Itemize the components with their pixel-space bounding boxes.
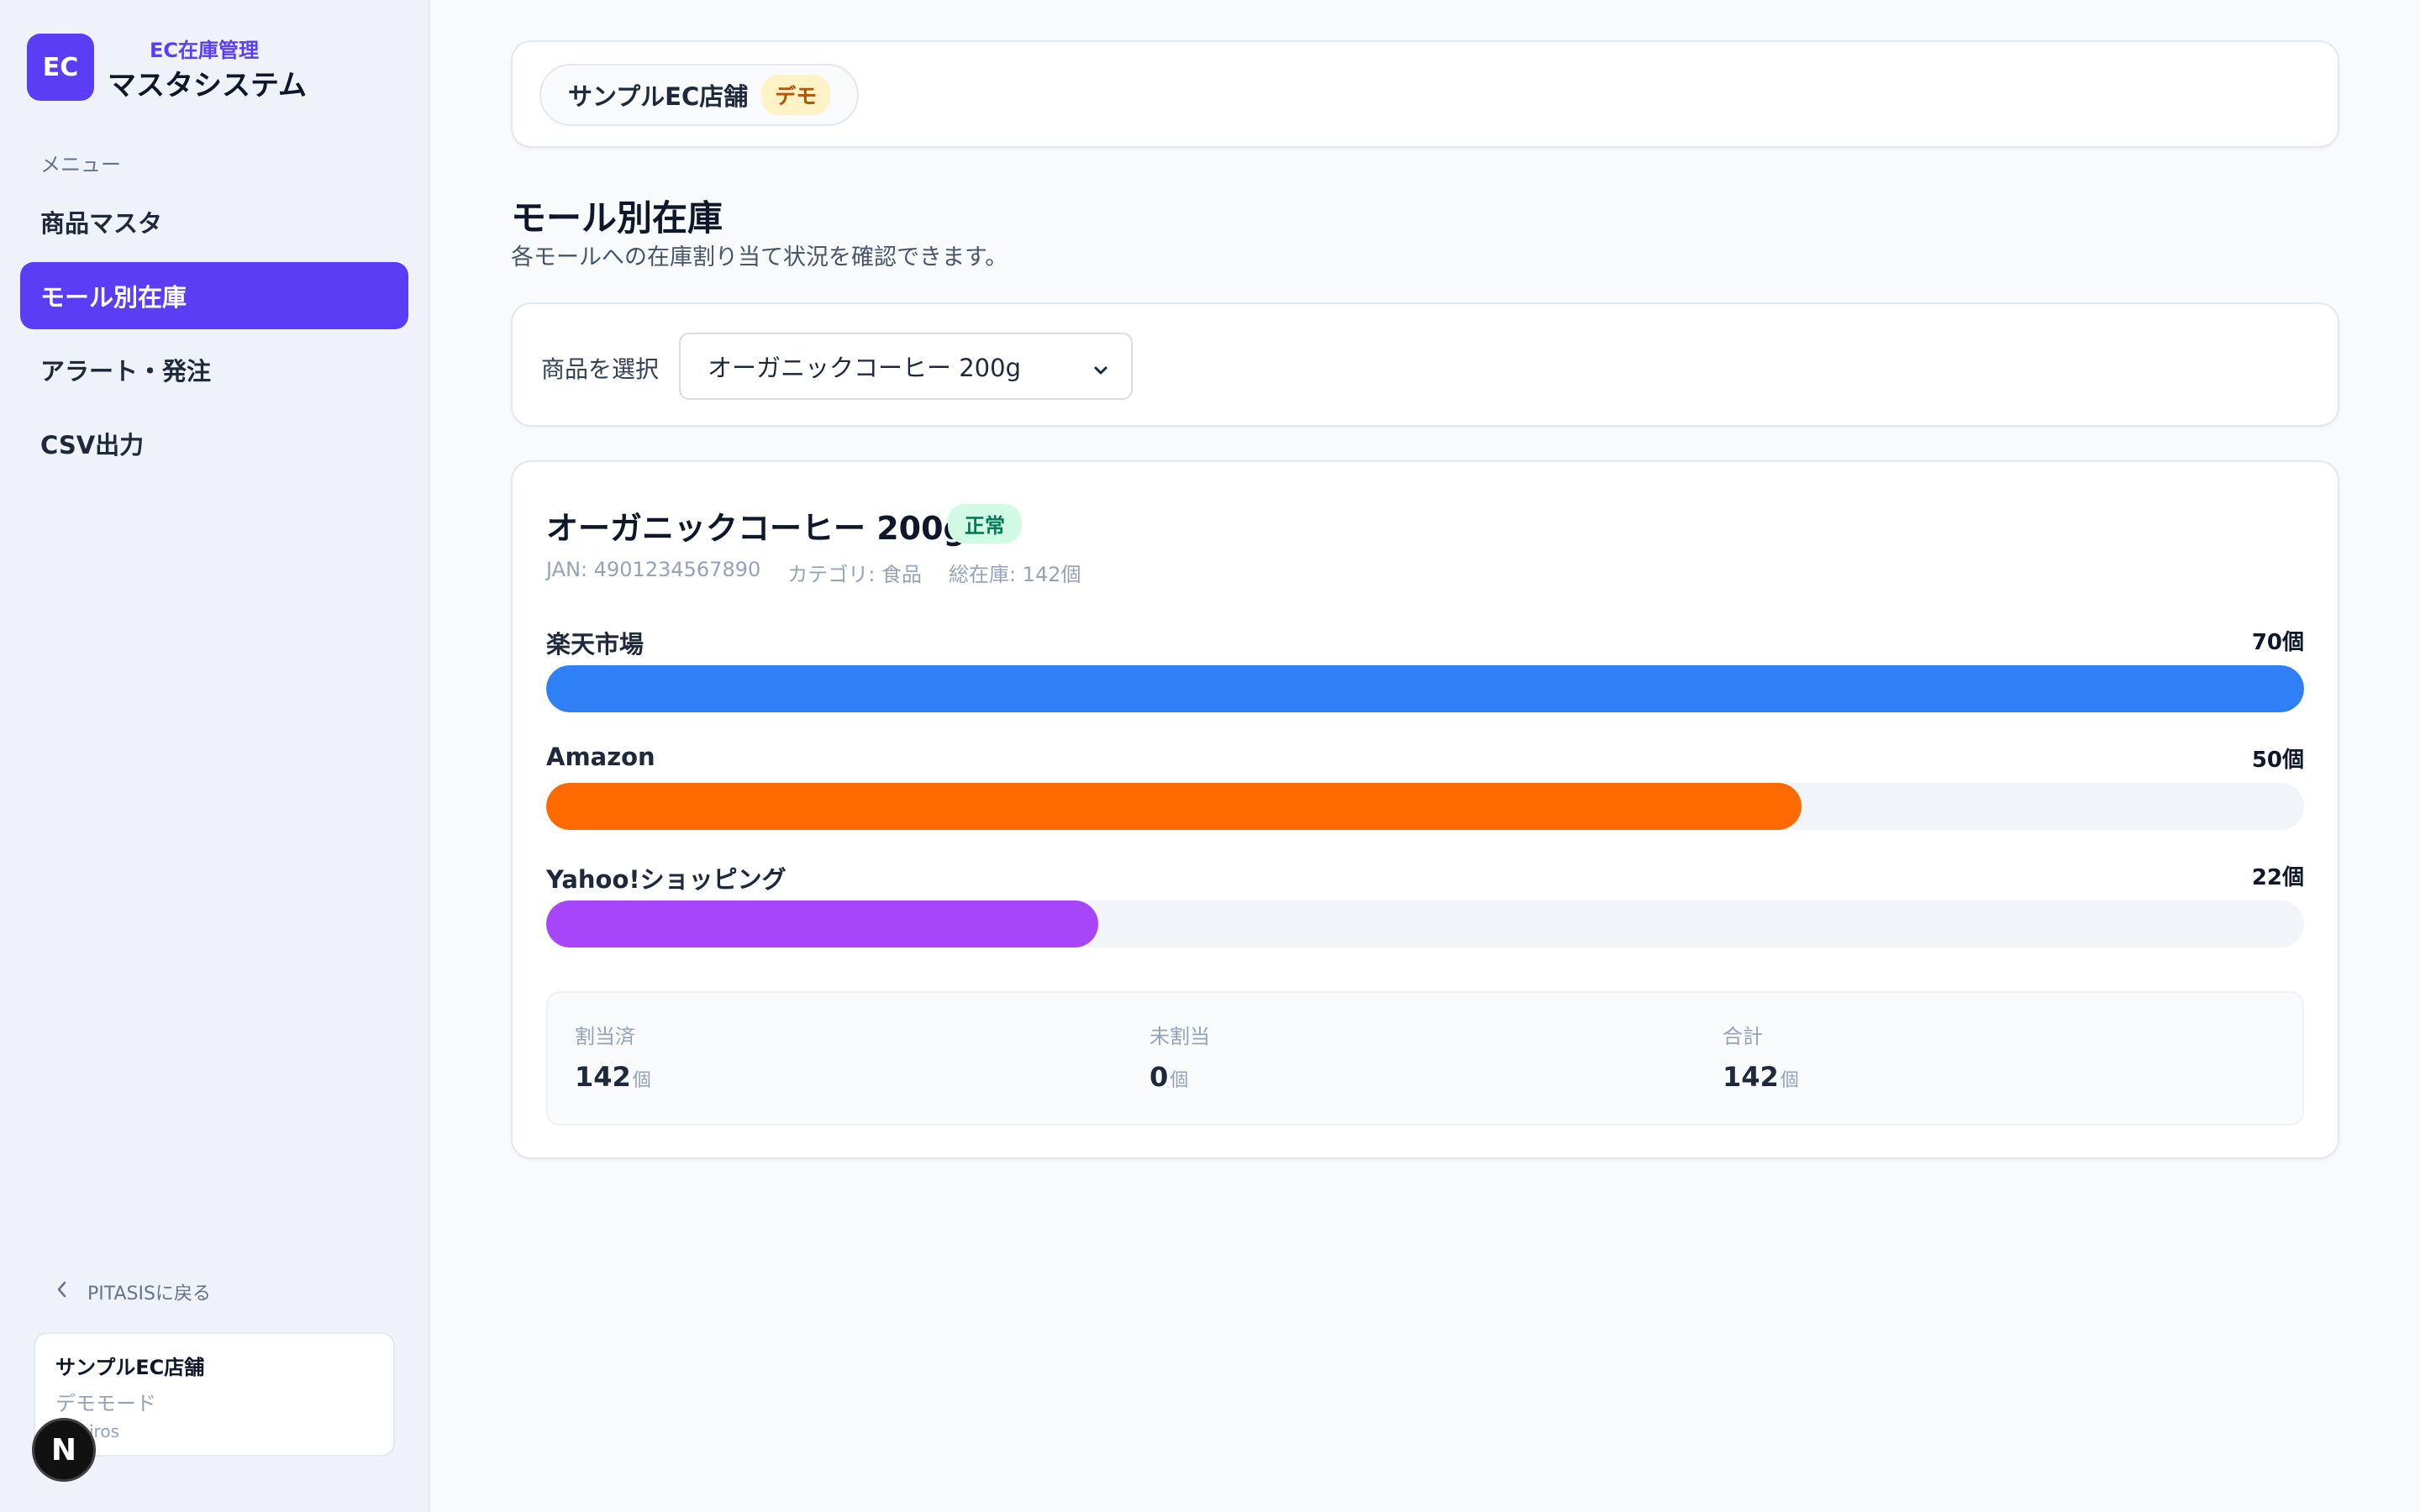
- summary-value: 0: [1150, 1061, 1169, 1093]
- mall-qty: 22個: [2251, 865, 2304, 890]
- app-root: EC EC在庫管理 マスタシステム メニュー 商品マスタ モール別在庫 アラート…: [0, 0, 2420, 1512]
- menu-section-label: メニュー: [40, 153, 121, 176]
- summary-value: 142: [575, 1061, 631, 1093]
- product-selector-card: 商品を選択 オーガニックコーヒー 200g: [511, 302, 2339, 427]
- dev-tools-badge[interactable]: N: [32, 1418, 96, 1482]
- mall-bar-fill: [546, 900, 1098, 948]
- mall-name: 楽天市場: [546, 630, 644, 659]
- product-detail-card: オーガニックコーヒー 200g 正常 JAN: 4901234567890 カテ…: [511, 460, 2339, 1159]
- product-select-label: 商品を選択: [541, 355, 660, 383]
- sidebar-item-csv-export[interactable]: CSV出力: [20, 410, 408, 477]
- mall-bar-fill: [546, 665, 2304, 712]
- sidebar: EC EC在庫管理 マスタシステム メニュー 商品マスタ モール別在庫 アラート…: [0, 0, 430, 1512]
- brand[interactable]: EC EC在庫管理 マスタシステム: [27, 34, 360, 102]
- product-select-value: オーガニックコーヒー 200g: [708, 354, 1021, 382]
- summary-label: 未割当: [1150, 1025, 1210, 1048]
- mall-bar-fill: [546, 783, 1802, 830]
- product-category: カテゴリ: 食品: [787, 563, 922, 586]
- page-subtitle: 各モールへの在庫割り当て状況を確認できます。: [511, 244, 1008, 270]
- header-card: サンプルEC店舗 デモ: [511, 40, 2339, 148]
- mall-qty: 50個: [2251, 748, 2304, 773]
- summary-unit: 個: [1780, 1070, 1799, 1091]
- mall-bar-track: [546, 783, 2304, 830]
- store-switcher[interactable]: サンプルEC店舗 デモ: [539, 64, 860, 126]
- main-content: サンプルEC店舗 デモ モール別在庫 各モールへの在庫割り当て状況を確認できます…: [430, 0, 2420, 1512]
- summary-value-wrap: 142個: [1723, 1061, 1799, 1093]
- chevron-left-icon: [55, 1280, 79, 1304]
- summary-unit: 個: [1170, 1070, 1189, 1091]
- sidebar-item-mall-inventory[interactable]: モール別在庫: [20, 262, 408, 329]
- brand-title: マスタシステム: [108, 69, 307, 102]
- brand-logo: EC: [27, 34, 94, 101]
- page-title: モール別在庫: [511, 197, 723, 239]
- back-link[interactable]: PITASISに戻る: [55, 1278, 211, 1305]
- mall-qty: 70個: [2251, 630, 2304, 655]
- store-switcher-name: サンプルEC店舗: [568, 82, 749, 111]
- product-select[interactable]: オーガニックコーヒー 200g: [679, 333, 1133, 400]
- mall-bar-track: [546, 665, 2304, 712]
- demo-badge: デモ: [761, 75, 831, 115]
- summary-total: 合計 142個: [1723, 1020, 1799, 1093]
- summary-value-wrap: 0個: [1150, 1061, 1210, 1093]
- summary-value-wrap: 142個: [575, 1061, 651, 1093]
- store-card-mode: デモモード: [55, 1392, 156, 1415]
- summary-value: 142: [1723, 1061, 1779, 1093]
- mall-name: Amazon: [546, 743, 655, 771]
- chevron-down-icon: [1092, 356, 1109, 375]
- allocation-summary: 割当済 142個 未割当 0個 合計 142個: [546, 991, 2304, 1126]
- mall-name: Yahoo!ショッピング: [546, 865, 786, 894]
- store-card-name: サンプルEC店舗: [55, 1356, 205, 1379]
- sidebar-item-alerts-orders[interactable]: アラート・発注: [20, 336, 408, 403]
- status-badge: 正常: [948, 504, 1022, 543]
- sidebar-item-product-master[interactable]: 商品マスタ: [20, 188, 408, 255]
- product-jan: JAN: 4901234567890: [546, 558, 761, 581]
- summary-allocated: 割当済 142個: [575, 1020, 651, 1093]
- product-total-stock: 総在庫: 142個: [948, 563, 1081, 586]
- summary-unallocated: 未割当 0個: [1150, 1020, 1210, 1093]
- summary-unit: 個: [632, 1070, 651, 1091]
- sidebar-nav: 商品マスタ モール別在庫 アラート・発注 CSV出力: [20, 188, 408, 484]
- store-card-plan: iros: [89, 1421, 119, 1441]
- summary-label: 割当済: [575, 1025, 635, 1048]
- mall-bar-track: [546, 900, 2304, 948]
- product-meta: JAN: 4901234567890 カテゴリ: 食品 総在庫: 142個: [546, 558, 1081, 587]
- back-link-label: PITASISに戻る: [87, 1284, 211, 1305]
- brand-subtitle: EC在庫管理: [150, 39, 260, 62]
- summary-label: 合計: [1723, 1025, 1763, 1048]
- brand-text: EC在庫管理 マスタシステム: [108, 34, 360, 102]
- product-name: オーガニックコーヒー 200g: [546, 510, 966, 547]
